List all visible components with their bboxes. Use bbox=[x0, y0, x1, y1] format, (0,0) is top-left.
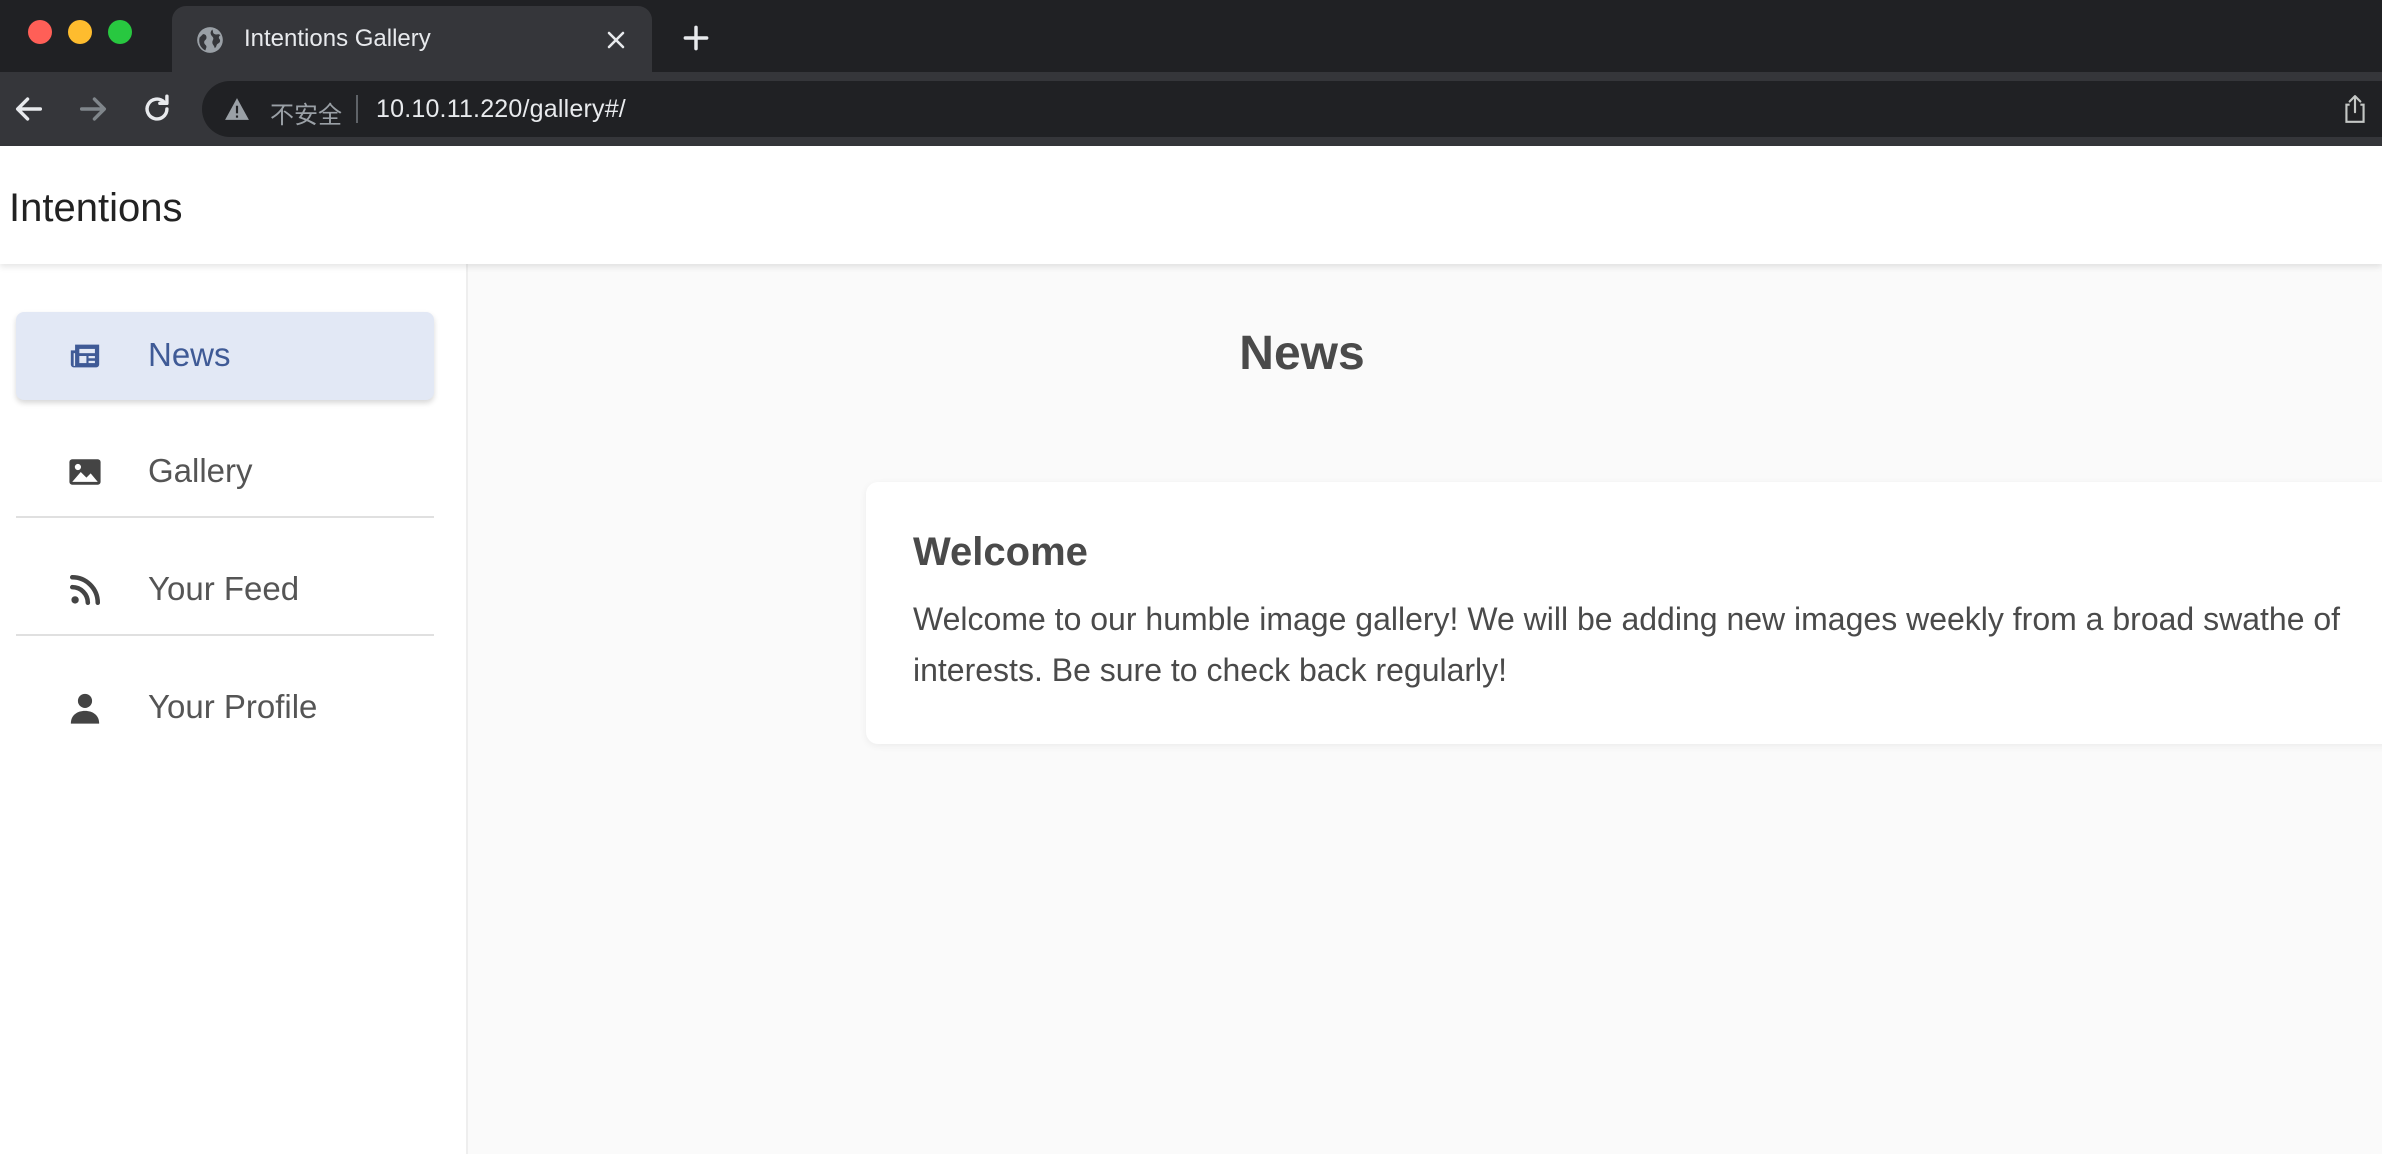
new-tab-icon[interactable] bbox=[680, 22, 712, 54]
sidebar-item-label: Your Profile bbox=[148, 688, 318, 725]
sidebar: News Gallery Your Feed Your Profile bbox=[0, 264, 468, 1154]
close-window-button[interactable] bbox=[28, 20, 52, 44]
warning-icon[interactable] bbox=[224, 97, 250, 121]
image-icon bbox=[69, 459, 101, 485]
sidebar-item-your-profile[interactable]: Your Profile bbox=[16, 664, 434, 752]
sidebar-item-gallery[interactable]: Gallery bbox=[16, 428, 434, 518]
maximize-window-button[interactable] bbox=[108, 20, 132, 44]
page-title: News bbox=[1239, 327, 1365, 380]
browser-tab-bar: Intentions Gallery bbox=[0, 0, 2382, 72]
main-content: News Welcome Welcome to our humble image… bbox=[468, 264, 2382, 1154]
sidebar-item-label: Gallery bbox=[148, 452, 253, 489]
sidebar-item-your-feed[interactable]: Your Feed bbox=[16, 546, 434, 636]
globe-icon bbox=[197, 27, 223, 53]
browser-tab[interactable]: Intentions Gallery bbox=[172, 6, 652, 72]
sidebar-item-label: Your Feed bbox=[148, 570, 300, 607]
reload-icon[interactable] bbox=[140, 92, 174, 126]
address-bar[interactable]: 不安全 10.10.11.220/gallery#/ bbox=[202, 81, 2382, 137]
app-header: Intentions bbox=[0, 146, 2382, 264]
address-separator bbox=[356, 95, 358, 123]
news-card-title: Welcome bbox=[913, 530, 1088, 574]
tab-title: Intentions Gallery bbox=[244, 25, 431, 52]
url-text[interactable]: 10.10.11.220/gallery#/ bbox=[376, 95, 626, 124]
close-tab-icon[interactable] bbox=[604, 28, 628, 52]
minimize-window-button[interactable] bbox=[68, 20, 92, 44]
app-title: Intentions bbox=[9, 186, 183, 230]
share-icon[interactable] bbox=[2342, 94, 2368, 124]
back-icon[interactable] bbox=[12, 92, 46, 126]
browser-toolbar: 不安全 10.10.11.220/gallery#/ bbox=[0, 72, 2382, 146]
security-label[interactable]: 不安全 bbox=[270, 95, 342, 130]
newspaper-icon bbox=[70, 344, 100, 368]
forward-icon[interactable] bbox=[76, 92, 110, 126]
news-card: Welcome Welcome to our humble image gall… bbox=[866, 482, 2382, 744]
rss-icon bbox=[69, 574, 101, 606]
user-icon bbox=[70, 693, 100, 724]
news-card-body: Welcome to our humble image gallery! We … bbox=[913, 601, 2341, 688]
